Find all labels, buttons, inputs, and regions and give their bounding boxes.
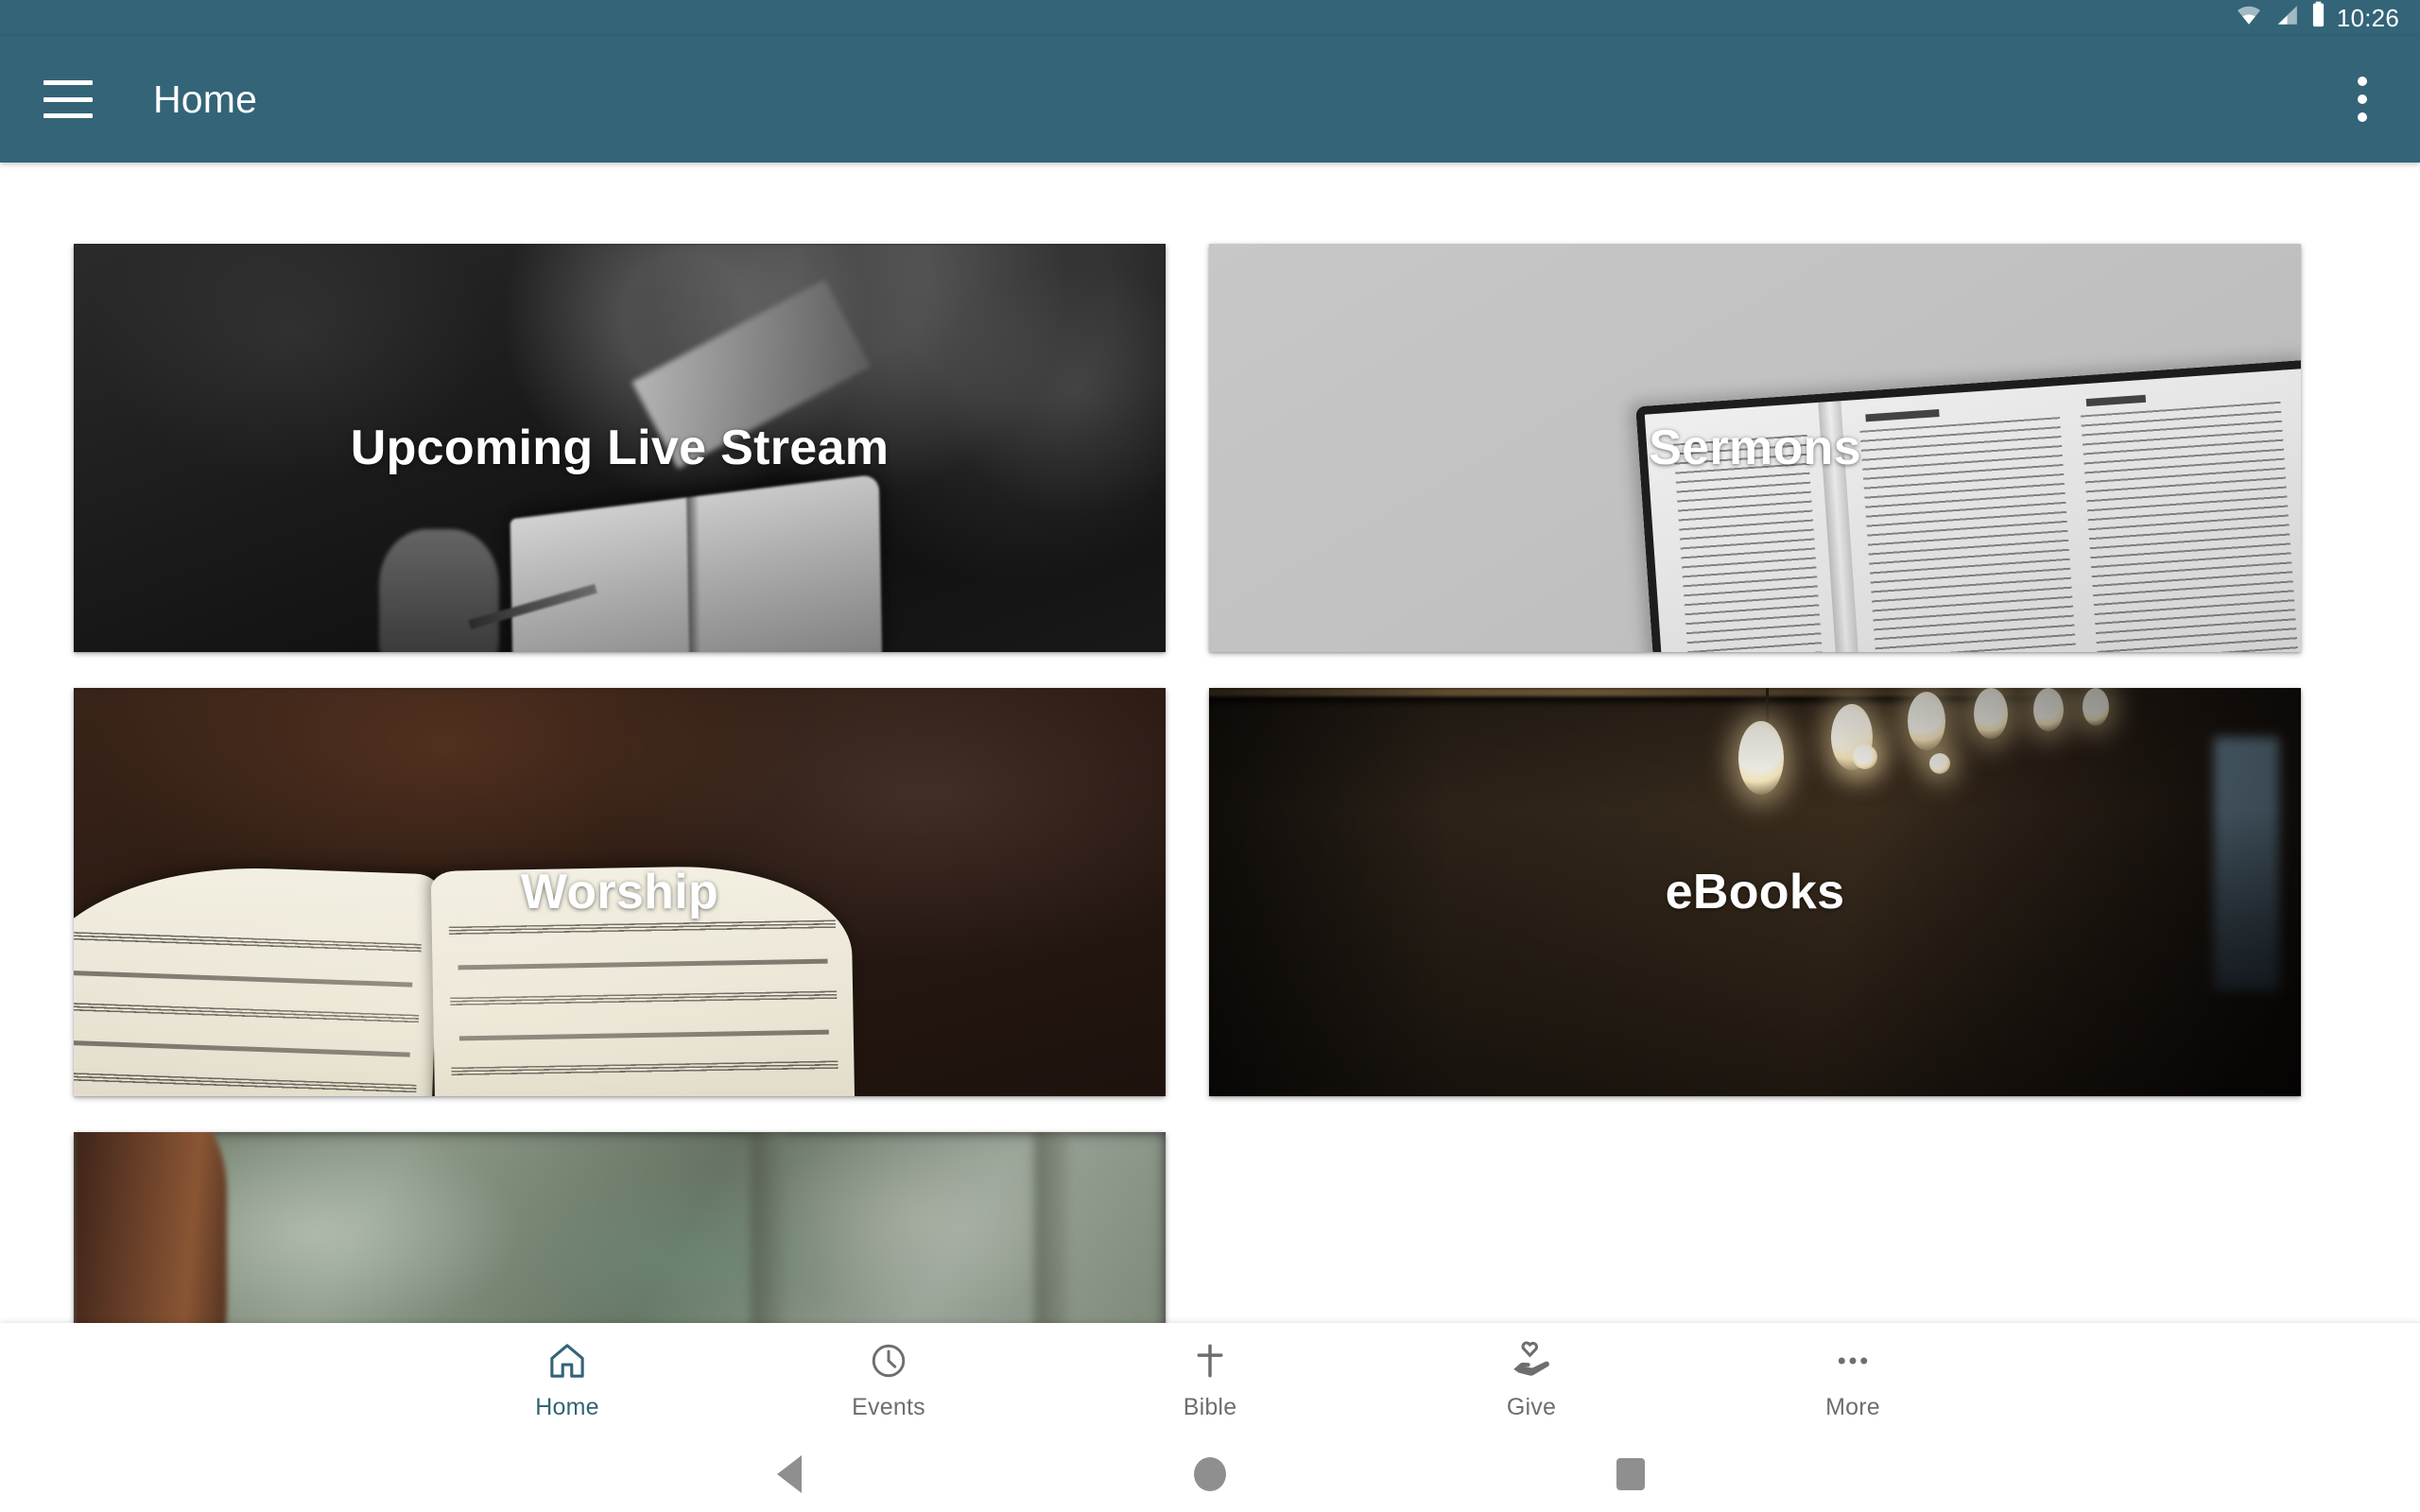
cellular-signal-icon bbox=[2273, 3, 2300, 32]
home-card-partial[interactable] bbox=[74, 1132, 1166, 1323]
bottom-nav-label: Bible bbox=[1183, 1393, 1237, 1420]
bottom-nav-label: Give bbox=[1506, 1393, 1557, 1420]
recents-square-icon[interactable] bbox=[1579, 1436, 1683, 1512]
status-bar-icons bbox=[2235, 1, 2326, 32]
android-system-navigation-bar bbox=[0, 1436, 2420, 1512]
home-circle-icon[interactable] bbox=[1158, 1436, 1262, 1512]
bottom-nav-item-events[interactable]: Events bbox=[728, 1323, 1049, 1436]
bottom-nav-item-bible[interactable]: Bible bbox=[1049, 1323, 1371, 1436]
hand-heart-icon bbox=[1510, 1339, 1553, 1383]
bottom-nav-label: More bbox=[1825, 1393, 1880, 1420]
more-dots-icon bbox=[1832, 1339, 1874, 1383]
page-title: Home bbox=[153, 77, 258, 121]
home-card-worship[interactable]: Worship bbox=[74, 688, 1166, 1096]
bottom-nav-label: Events bbox=[852, 1393, 925, 1420]
bottom-nav-item-home[interactable]: Home bbox=[406, 1323, 728, 1436]
status-bar-clock: 10:26 bbox=[2336, 4, 2399, 32]
battery-icon bbox=[2310, 1, 2326, 32]
back-triangle-icon[interactable] bbox=[737, 1436, 841, 1512]
bottom-nav-item-give[interactable]: Give bbox=[1371, 1323, 1692, 1436]
bottom-nav-label: Home bbox=[535, 1393, 599, 1420]
bottom-nav-item-more[interactable]: More bbox=[1692, 1323, 2014, 1436]
cross-icon bbox=[1189, 1339, 1231, 1383]
house-icon bbox=[546, 1339, 588, 1383]
live-stream-card-image bbox=[74, 244, 1166, 652]
sermons-card-image bbox=[1209, 244, 2301, 652]
worship-card-image bbox=[74, 688, 1166, 1096]
hamburger-menu-icon[interactable] bbox=[43, 80, 93, 118]
app-bar: Home bbox=[0, 36, 2420, 163]
ebooks-card-image bbox=[1209, 688, 2301, 1096]
home-card-live-stream[interactable]: Upcoming Live Stream bbox=[74, 244, 1166, 652]
overflow-menu-icon[interactable] bbox=[2350, 69, 2375, 129]
android-app-screen: 10:26 Home Upcoming Live Stream Sermons … bbox=[0, 0, 2420, 1512]
clock-icon bbox=[868, 1339, 909, 1383]
partial-card-image bbox=[74, 1132, 1166, 1323]
status-bar: 10:26 bbox=[0, 0, 2420, 36]
home-content-scroll[interactable]: Upcoming Live Stream Sermons Worship eBo… bbox=[0, 163, 2420, 1323]
bottom-navigation-bar: Home Events Bible Give More bbox=[0, 1323, 2420, 1436]
home-card-sermons[interactable]: Sermons bbox=[1209, 244, 2301, 652]
home-card-ebooks[interactable]: eBooks bbox=[1209, 688, 2301, 1096]
home-card-grid: Upcoming Live Stream Sermons Worship eBo… bbox=[0, 163, 2420, 1323]
wifi-icon bbox=[2235, 3, 2263, 32]
